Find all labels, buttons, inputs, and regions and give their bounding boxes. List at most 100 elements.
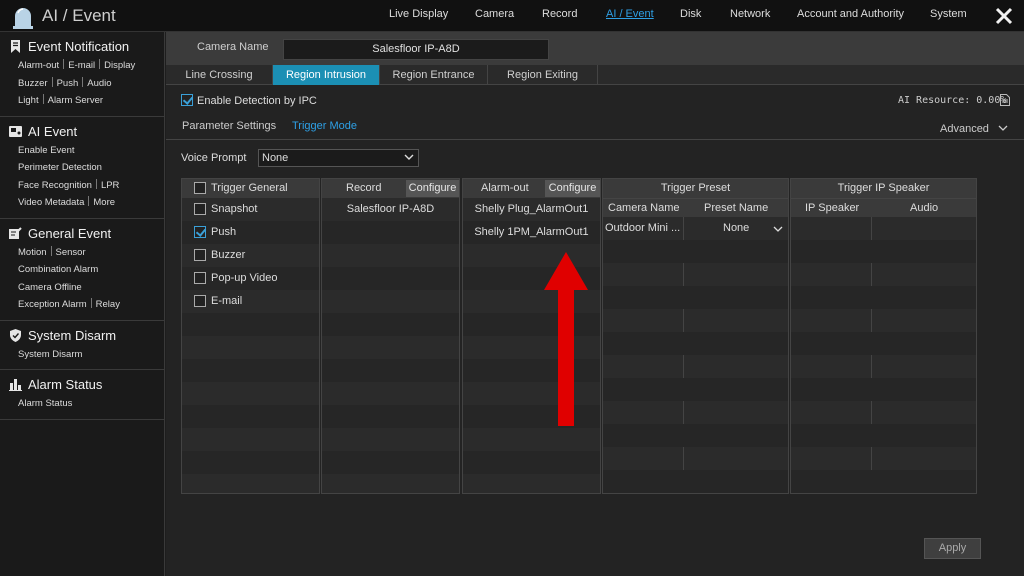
sidebar-item-perimeter-detection[interactable]: Perimeter Detection — [18, 162, 102, 173]
table-row[interactable]: Pop-up Video — [182, 267, 319, 290]
apply-button[interactable]: Apply — [924, 538, 981, 559]
sidebar-heading-label: AI Event — [28, 123, 78, 139]
sidebar-heading-alarm-status[interactable]: Alarm Status — [0, 375, 164, 395]
enable-detection-row[interactable]: Enable Detection by IPC — [181, 94, 317, 107]
trigger-checkbox[interactable] — [194, 272, 206, 284]
table-row — [791, 470, 976, 493]
table-row — [182, 359, 319, 382]
table-row — [791, 240, 976, 263]
divider — [99, 59, 101, 69]
sidebar-item-exception-alarm[interactable]: Exception Alarm — [18, 299, 87, 310]
nav-disk[interactable]: Disk — [680, 8, 701, 20]
sidebar-item-email[interactable]: E-mail — [68, 60, 95, 71]
sidebar-item-audio[interactable]: Audio — [87, 78, 111, 89]
subtab-parameter-settings[interactable]: Parameter Settings — [182, 120, 276, 132]
table-row — [182, 405, 319, 428]
table-row — [791, 263, 976, 286]
alarm-out-header: Alarm-out Configure — [463, 179, 600, 198]
sidebar-item-combination-alarm[interactable]: Combination Alarm — [18, 264, 98, 275]
sidebar: Event Notification Alarm-out E-mail Displa… — [0, 32, 165, 576]
trigger-item-label: E-mail — [211, 295, 243, 307]
preset-camera-name: Outdoor Mini ... — [605, 222, 681, 234]
table-row — [322, 405, 459, 428]
table-row: Shelly 1PM_AlarmOut1 — [463, 221, 600, 244]
table-row — [791, 332, 976, 355]
column-header-audio: Audio — [910, 202, 939, 214]
sidebar-group-alarm-status: Alarm Status Alarm Status — [0, 370, 164, 420]
preset-name-select[interactable]: None — [685, 217, 788, 240]
table-row — [603, 286, 788, 309]
sidebar-item-video-metadata[interactable]: Video Metadata — [18, 197, 84, 208]
tab-region-entrance[interactable]: Region Entrance — [380, 65, 488, 85]
nav-account-authority[interactable]: Account and Authority — [797, 8, 904, 20]
nav-live-display[interactable]: Live Display — [389, 8, 448, 20]
table-row[interactable]: E-mail — [182, 290, 319, 313]
sidebar-heading-system-disarm[interactable]: System Disarm — [0, 326, 164, 346]
chevron-down-icon — [404, 154, 414, 160]
sidebar-item-sensor[interactable]: Sensor — [56, 247, 86, 258]
sidebar-heading-ai-event[interactable]: AI Event — [0, 122, 164, 142]
table-row — [603, 424, 788, 447]
divider — [88, 196, 90, 206]
trigger-checkbox[interactable] — [194, 203, 206, 215]
voice-prompt-label: Voice Prompt — [181, 152, 247, 164]
nav-camera[interactable]: Camera — [475, 8, 514, 20]
chevron-down-icon — [998, 125, 1008, 131]
sidebar-heading-general-event[interactable]: General Event — [0, 224, 164, 244]
app-title: AI / Event — [42, 6, 116, 25]
trigger-checkbox[interactable] — [194, 249, 206, 261]
sidebar-item-display[interactable]: Display — [104, 60, 135, 71]
trigger-item-label: Buzzer — [211, 249, 246, 261]
advanced-label: Advanced — [940, 123, 989, 135]
trigger-ip-speaker-panel: Trigger IP Speaker IP Speaker Audio — [790, 178, 977, 494]
divider — [90, 298, 92, 308]
alarm-out-configure-button[interactable]: Configure — [545, 180, 600, 197]
nav-record[interactable]: Record — [542, 8, 577, 20]
table-row[interactable]: Buzzer — [182, 244, 319, 267]
record-configure-button[interactable]: Configure — [406, 180, 459, 197]
sidebar-heading-event-notification[interactable]: Event Notification — [0, 37, 164, 57]
sidebar-item-alarm-server[interactable]: Alarm Server — [48, 95, 103, 106]
sidebar-item-camera-offline[interactable]: Camera Offline — [18, 282, 82, 293]
sidebar-item-system-disarm[interactable]: System Disarm — [18, 349, 82, 360]
divider — [50, 245, 52, 256]
table-row[interactable]: Snapshot — [182, 198, 319, 221]
sidebar-item-light[interactable]: Light — [18, 95, 39, 106]
tab-line-crossing[interactable]: Line Crossing — [166, 65, 273, 85]
sidebar-item-alarm-status[interactable]: Alarm Status — [18, 398, 72, 409]
nav-ai-event[interactable]: AI / Event — [606, 8, 654, 20]
advanced-dropdown[interactable]: Advanced — [940, 123, 1008, 135]
table-row — [463, 428, 600, 451]
sidebar-item-lpr[interactable]: LPR — [101, 180, 119, 191]
select-all-checkbox[interactable] — [194, 182, 206, 194]
sidebar-item-relay[interactable]: Relay — [96, 299, 120, 310]
enable-detection-checkbox[interactable] — [181, 94, 193, 106]
sidebar-item-motion[interactable]: Motion — [18, 247, 47, 258]
subtab-trigger-mode[interactable]: Trigger Mode — [292, 120, 357, 132]
nav-network[interactable]: Network — [730, 8, 770, 20]
sidebar-item-buzzer[interactable]: Buzzer — [18, 78, 48, 89]
alarm-out-title: Alarm-out — [481, 182, 529, 194]
tab-region-intrusion[interactable]: Region Intrusion — [273, 65, 380, 85]
trigger-checkbox[interactable] — [194, 295, 206, 307]
sidebar-item-more[interactable]: More — [93, 197, 115, 208]
sidebar-item-alarm-out[interactable]: Alarm-out — [18, 60, 59, 71]
tab-region-exiting[interactable]: Region Exiting — [488, 65, 598, 85]
sidebar-item-push[interactable]: Push — [57, 78, 79, 89]
divider — [95, 178, 97, 189]
trigger-checkbox[interactable] — [194, 226, 206, 238]
table-row: Salesfloor IP-A8D — [322, 198, 459, 221]
voice-prompt-select[interactable]: None — [258, 149, 419, 167]
table-row — [603, 355, 788, 378]
table-row — [603, 447, 788, 470]
document-icon[interactable] — [1000, 94, 1010, 106]
sidebar-item-enable-event[interactable]: Enable Event — [18, 145, 75, 156]
close-icon[interactable] — [994, 6, 1014, 26]
nav-system[interactable]: System — [930, 8, 967, 20]
sidebar-item-face-recognition[interactable]: Face Recognition — [18, 180, 92, 191]
trigger-item-label: Snapshot — [211, 203, 258, 215]
table-row[interactable]: Push — [182, 221, 319, 244]
red-arrow-annotation — [544, 252, 588, 426]
camera-name-select[interactable]: Salesfloor IP-A8D — [283, 39, 549, 60]
trigger-general-header[interactable]: Trigger General — [182, 179, 319, 198]
